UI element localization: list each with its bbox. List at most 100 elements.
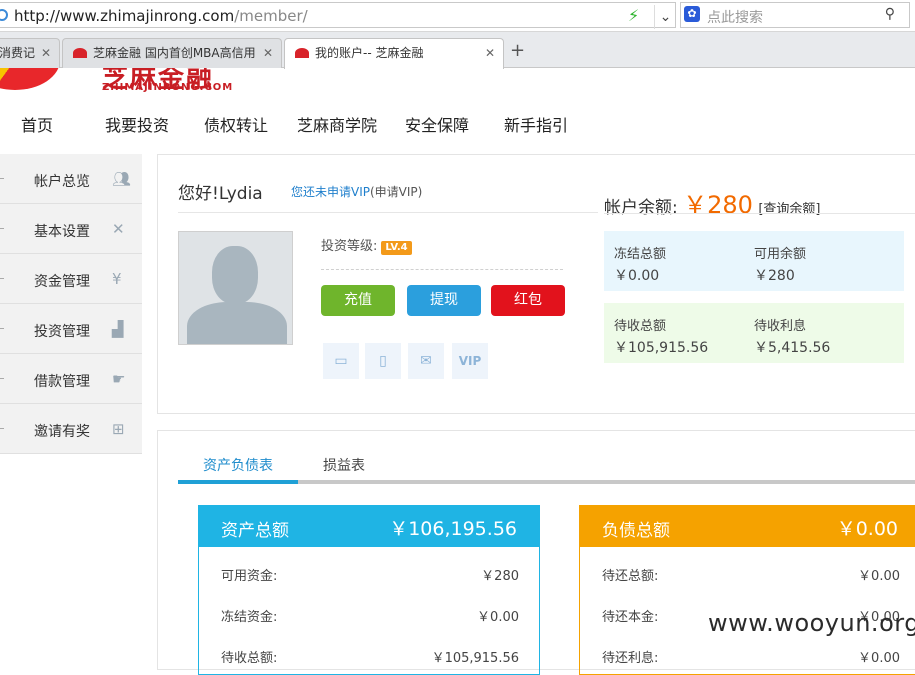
row-label: 待收总额: [221, 651, 278, 666]
search-placeholder: 点此搜索 [707, 10, 763, 26]
close-icon[interactable]: ✕ [263, 39, 273, 67]
nav-academy[interactable]: 芝麻商学院 [297, 112, 377, 136]
sidebar-item-settings[interactable]: 基本设置 ✕ [0, 204, 142, 254]
vip-apply-link[interactable]: 您还未申请VIP(申请VIP) [291, 183, 422, 200]
sidebar-item-label: 邀请有奖 [34, 424, 90, 440]
divider [0, 228, 4, 229]
phone-icon[interactable]: ▯ [365, 343, 401, 379]
avatar-body-shape [187, 302, 287, 344]
sidebar-item-invite[interactable]: 邀请有奖 ⊞ [0, 404, 142, 454]
pending-total-label: 待收总额 [614, 319, 667, 334]
browser-tab-active[interactable]: 我的账户-- 芝麻金融 ✕ [284, 38, 504, 69]
bank-card-icon[interactable]: ▭ [323, 343, 359, 379]
invest-level-label: 投资等级: [321, 239, 378, 254]
recharge-button[interactable]: 充值 [321, 285, 395, 316]
sidebar-item-investments[interactable]: 投资管理 ▟ [0, 304, 142, 354]
globe-icon [0, 9, 8, 21]
avatar-head-shape [212, 246, 258, 304]
tab-balance-sheet[interactable]: 资产负债表 [203, 455, 273, 475]
row-value: ￥280 [481, 569, 519, 584]
nav-security[interactable]: 安全保障 [405, 112, 469, 136]
sidebar-item-overview[interactable]: 帐户总览 👥︎ [0, 154, 142, 204]
site-logo[interactable]: 芝麻金融 ZHIMAJINRONG.COM [0, 68, 300, 98]
list-item: 待收总额: ￥105,915.56 [221, 647, 519, 666]
vip-apply-button[interactable]: (申请VIP) [370, 185, 422, 199]
logo-mark-icon [0, 68, 60, 90]
close-icon[interactable]: ✕ [485, 39, 495, 67]
chevron-down-icon[interactable]: ⌄ [654, 5, 676, 29]
new-tab-button[interactable]: + [510, 40, 525, 61]
row-value: ￥105,915.56 [431, 651, 519, 666]
browser-toolbar: http://www.zhimajinrong.com/member/ ⚡ ⌄ … [0, 0, 915, 32]
assets-total: ￥106,195.56 [389, 518, 517, 540]
search-input[interactable]: ✿ 点此搜索 ⚲ [680, 2, 910, 28]
liabilities-title: 负债总额 [602, 521, 670, 541]
logo-subtext: ZHIMAJINRONG.COM [102, 82, 234, 93]
frozen-total-label: 冻结总额 [614, 247, 667, 262]
balance-label: 帐户余额: [604, 198, 678, 218]
divider [0, 328, 4, 329]
assets-card: 资产总额 ￥106,195.56 可用资金: ￥280 冻结资金: ￥0.00 … [198, 505, 540, 675]
list-item: 待还总额: ￥0.00 [602, 565, 900, 584]
tab-label: 我的账户-- 芝麻金融 [315, 46, 424, 60]
nav-transfer[interactable]: 债权转让 [204, 112, 268, 136]
frozen-total-value: ￥0.00 [614, 268, 660, 284]
browser-tab[interactable]: 芝麻金融 国内首创MBA高信用 ✕ [62, 38, 282, 68]
assets-title: 资产总额 [221, 521, 289, 541]
withdraw-button[interactable]: 提现 [407, 285, 481, 316]
nav-guide[interactable]: 新手指引 [504, 112, 568, 136]
favicon-icon [73, 48, 87, 58]
url-bar[interactable]: http://www.zhimajinrong.com/member/ ⚡ ⌄ [0, 2, 676, 29]
vip-icon[interactable]: VIP [452, 343, 488, 379]
red-packet-button[interactable]: 红包 [491, 285, 565, 316]
divider [0, 378, 4, 379]
divider [604, 213, 915, 214]
avatar[interactable] [178, 231, 293, 345]
available-value: ￥280 [754, 268, 795, 284]
vip-status-text[interactable]: 您还未申请VIP [291, 185, 370, 199]
row-label: 冻结资金: [221, 610, 278, 625]
paw-icon[interactable]: ✿ [684, 6, 700, 22]
tools-icon: ✕ [112, 220, 125, 238]
balance-value: ￥280 [683, 191, 753, 219]
invest-level: 投资等级: LV.4 [321, 235, 412, 255]
chart-icon: ▟ [112, 320, 124, 338]
greeting: 您好!Lydia [178, 184, 263, 204]
row-label: 待还本金: [602, 610, 659, 625]
assets-header: 资产总额 ￥106,195.56 [199, 506, 539, 547]
pending-interest-value: ￥5,415.56 [754, 340, 831, 356]
search-icon[interactable]: ⚲ [885, 6, 895, 22]
account-balance: 帐户余额: ￥280 [查询余额] [604, 185, 821, 220]
sidebar-item-loans[interactable]: 借款管理 ☛ [0, 354, 142, 404]
list-item: 可用资金: ￥280 [221, 565, 519, 584]
lightning-icon[interactable]: ⚡ [628, 6, 639, 25]
user-icon: 👥︎ [112, 170, 132, 188]
divider [321, 269, 563, 270]
sidebar-item-label: 投资管理 [34, 324, 90, 340]
level-badge: LV.4 [381, 241, 412, 255]
close-icon[interactable]: ✕ [41, 39, 51, 67]
sidebar-item-label: 帐户总览 [34, 174, 90, 190]
favicon-icon [295, 48, 309, 58]
row-value: ￥0.00 [477, 610, 519, 625]
sidebar-item-funds[interactable]: 资金管理 ¥ [0, 254, 142, 304]
nav-invest[interactable]: 我要投资 [105, 112, 169, 136]
row-value: ￥0.00 [858, 651, 900, 666]
divider [0, 278, 4, 279]
nav-home[interactable]: 首页 [21, 112, 53, 136]
url-text[interactable]: http://www.zhimajinrong.com/member/ [14, 7, 308, 25]
query-balance-link[interactable]: [查询余额] [758, 202, 820, 217]
row-label: 可用资金: [221, 569, 278, 584]
account-panel: 您好!Lydia 您还未申请VIP(申请VIP) 帐户余额: ￥280 [查询余… [157, 154, 915, 414]
sidebar-item-label: 借款管理 [34, 374, 90, 390]
divider [0, 178, 4, 179]
available-label: 可用余额 [754, 247, 807, 262]
tab-label: 消费记 [0, 46, 36, 60]
email-icon[interactable]: ✉ [408, 343, 444, 379]
tab-income-statement[interactable]: 损益表 [323, 455, 365, 475]
divider [178, 212, 598, 213]
pending-box: 待收总额 ￥105,915.56 待收利息 ￥5,415.56 [604, 303, 904, 363]
pending-total-value: ￥105,915.56 [614, 340, 709, 356]
browser-tab[interactable]: 消费记 ✕ [0, 38, 60, 68]
row-label: 待还利息: [602, 651, 659, 666]
